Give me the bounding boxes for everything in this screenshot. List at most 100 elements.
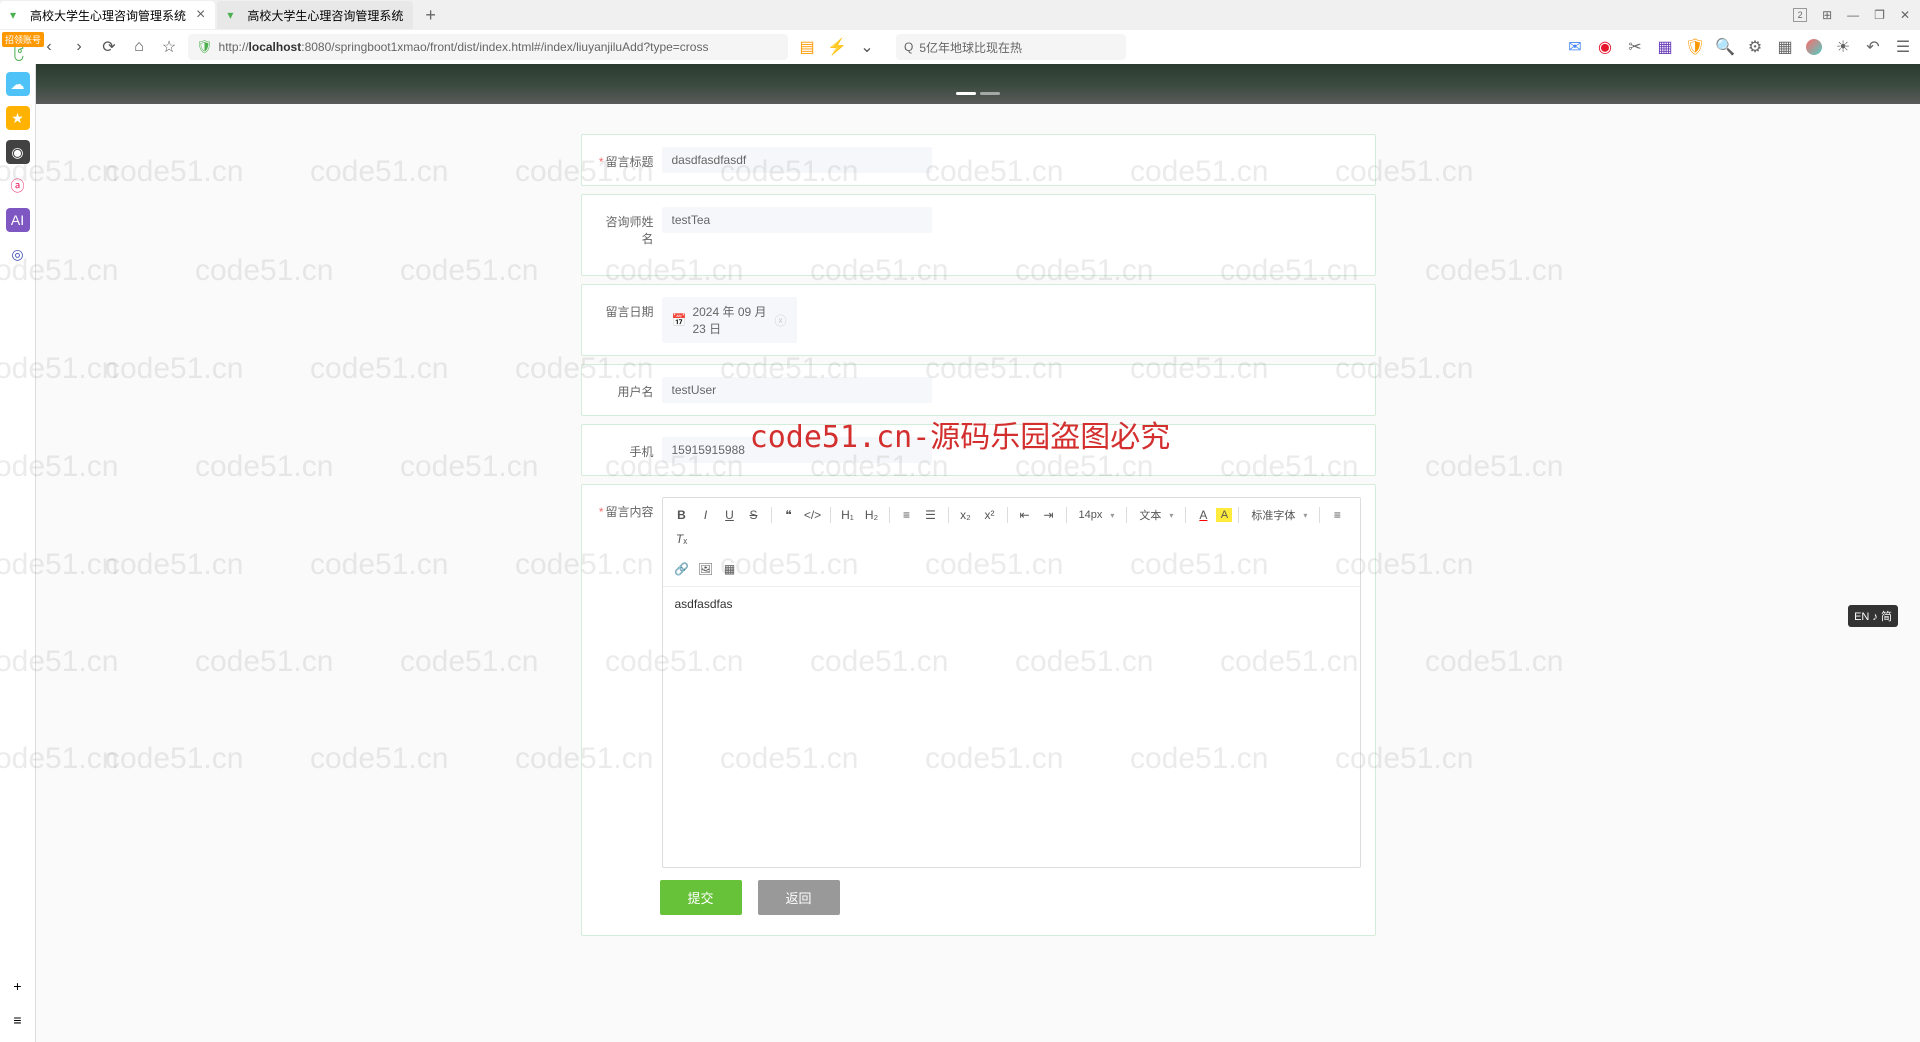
align-button[interactable]: ≡ xyxy=(1326,504,1348,526)
bg-color-button[interactable]: A xyxy=(1216,508,1232,522)
reader-icon[interactable]: ▤ xyxy=(796,36,818,58)
superscript-button[interactable]: x² xyxy=(979,504,1001,526)
video-button[interactable]: ▦ xyxy=(719,558,741,580)
form-row-consultant: 咨询师姓名 xyxy=(581,194,1376,276)
sidebar-app-icon[interactable]: ☁ xyxy=(6,72,30,96)
rich-text-editor: B I U S ❝ </> H₁ H₂ ≡ ☰ x₂ xyxy=(662,497,1361,868)
image-button[interactable]: 🖼 xyxy=(695,558,717,580)
unordered-list-button[interactable]: ☰ xyxy=(920,504,942,526)
browser-chrome: ▾ 高校大学生心理咨询管理系统 × ▾ 高校大学生心理咨询管理系统 + 2 ⊞ … xyxy=(0,0,1920,65)
undo-icon[interactable]: ↶ xyxy=(1864,38,1882,56)
orange-badge[interactable]: 招领账号 xyxy=(2,32,44,47)
h1-button[interactable]: H₁ xyxy=(837,504,859,526)
browser-tab-inactive[interactable]: ▾ 高校大学生心理咨询管理系统 xyxy=(217,1,413,29)
sidebar-list-icon[interactable]: ≡ xyxy=(6,1008,30,1032)
subscript-button[interactable]: x₂ xyxy=(955,504,977,526)
tools-icon[interactable]: ⚙ xyxy=(1746,38,1764,56)
font-size-select[interactable]: 14px▾ xyxy=(1073,507,1121,523)
phone-input[interactable] xyxy=(662,437,932,463)
maximize-button[interactable]: ❐ xyxy=(1874,8,1885,22)
shield-ext-icon[interactable]: 🛡 xyxy=(1686,38,1704,56)
url-bar[interactable]: 🛡 http://localhost:8080/springboot1xmao/… xyxy=(188,34,788,60)
username-input[interactable] xyxy=(662,377,932,403)
clear-format-button[interactable]: Tₓ xyxy=(671,528,693,550)
editor-content[interactable]: asdfasdfas xyxy=(663,587,1360,867)
circle-icon[interactable] xyxy=(1806,39,1822,55)
submit-button[interactable]: 提交 xyxy=(660,880,742,915)
outdent-button[interactable]: ⇤ xyxy=(1014,504,1036,526)
close-window-button[interactable]: ✕ xyxy=(1900,8,1910,22)
home-button[interactable]: ⌂ xyxy=(128,36,150,58)
workspace-icon[interactable]: ⊞ xyxy=(1822,8,1832,22)
username-label: 用户名 xyxy=(596,377,654,400)
sidebar-ai2-icon[interactable]: AI xyxy=(6,208,30,232)
title-input[interactable] xyxy=(662,147,932,173)
sidebar-ai1-icon[interactable]: ⓐ xyxy=(6,174,30,198)
magnify-icon[interactable]: 🔍 xyxy=(1716,38,1734,56)
h2-button[interactable]: H₂ xyxy=(861,504,883,526)
search-icon: Q xyxy=(904,40,913,54)
close-icon[interactable]: × xyxy=(196,6,205,24)
browser-tab-active[interactable]: ▾ 高校大学生心理咨询管理系统 × xyxy=(0,1,215,29)
back-form-button[interactable]: 返回 xyxy=(758,880,840,915)
left-sidebar: ☁ ★ ◉ ⓐ AI ◎ + ≡ xyxy=(0,64,36,1042)
block-type-select[interactable]: 文本▾ xyxy=(1133,505,1179,525)
underline-button[interactable]: U xyxy=(719,504,741,526)
reload-button[interactable]: ⟳ xyxy=(98,36,120,58)
forward-button[interactable]: › xyxy=(68,36,90,58)
ordered-list-button[interactable]: ≡ xyxy=(896,504,918,526)
carousel-dots[interactable] xyxy=(954,82,1002,100)
tab-count-badge[interactable]: 2 xyxy=(1793,8,1807,22)
apps-icon[interactable]: ▦ xyxy=(1776,38,1794,56)
date-value: 2024 年 09 月 23 日 xyxy=(692,303,768,337)
window-controls: 2 ⊞ — ❐ ✕ xyxy=(1793,8,1920,22)
sidebar-chat-icon[interactable]: ◎ xyxy=(6,242,30,266)
form-row-phone: 手机 xyxy=(581,424,1376,476)
quote-button[interactable]: ❝ xyxy=(778,504,800,526)
editor-toolbar: B I U S ❝ </> H₁ H₂ ≡ ☰ x₂ xyxy=(663,498,1360,587)
tab-title: 高校大学生心理咨询管理系统 xyxy=(247,7,403,24)
sidebar-bot-icon[interactable]: ◉ xyxy=(6,140,30,164)
link-button[interactable]: 🔗 xyxy=(671,558,693,580)
sidebar-add-icon[interactable]: + xyxy=(6,974,30,998)
form-row-title: 留言标题 xyxy=(581,134,1376,186)
dropdown-icon[interactable]: ⌄ xyxy=(856,36,878,58)
tab-bar: ▾ 高校大学生心理咨询管理系统 × ▾ 高校大学生心理咨询管理系统 + 2 ⊞ … xyxy=(0,0,1920,30)
shield-icon: 🛡 xyxy=(196,39,213,55)
italic-button[interactable]: I xyxy=(695,504,717,526)
title-label: 留言标题 xyxy=(596,147,654,170)
lang-badge[interactable]: EN ♪ 简 xyxy=(1848,605,1898,627)
lightning-icon[interactable]: ⚡ xyxy=(826,36,848,58)
mail-icon[interactable]: ✉ xyxy=(1566,38,1584,56)
indent-button[interactable]: ⇥ xyxy=(1038,504,1060,526)
minimize-button[interactable]: — xyxy=(1847,8,1859,22)
nav-right-icons: ✉ ◉ ✂ ▦ 🛡 🔍 ⚙ ▦ ☀ ↶ ☰ xyxy=(1566,38,1912,56)
weibo-icon[interactable]: ◉ xyxy=(1596,38,1614,56)
search-placeholder: 5亿年地球比现在热 xyxy=(919,39,1022,56)
scissors-icon[interactable]: ✂ xyxy=(1626,38,1644,56)
font-family-select[interactable]: 标准字体▾ xyxy=(1245,505,1313,525)
clear-date-icon[interactable]: ⓧ xyxy=(774,312,786,329)
search-box[interactable]: Q 5亿年地球比现在热 xyxy=(896,34,1126,60)
banner-image xyxy=(36,64,1920,104)
bold-button[interactable]: B xyxy=(671,504,693,526)
menu-icon[interactable]: ☰ xyxy=(1894,38,1912,56)
phone-label: 手机 xyxy=(596,437,654,460)
consultant-input[interactable] xyxy=(662,207,932,233)
tab-title: 高校大学生心理咨询管理系统 xyxy=(30,7,186,24)
grid-icon[interactable]: ▦ xyxy=(1656,38,1674,56)
sidebar-star-icon[interactable]: ★ xyxy=(6,106,30,130)
strike-button[interactable]: S xyxy=(743,504,765,526)
add-tab-button[interactable]: + xyxy=(415,5,446,26)
date-label: 留言日期 xyxy=(596,297,654,320)
code-button[interactable]: </> xyxy=(802,504,824,526)
date-input[interactable]: 📅 2024 年 09 月 23 日 ⓧ xyxy=(662,297,797,343)
sun-icon[interactable]: ☀ xyxy=(1834,38,1852,56)
tab-favicon-icon: ▾ xyxy=(227,8,241,22)
form-row-content: 留言内容 B I U S ❝ </> H₁ H₂ ≡ xyxy=(581,484,1376,936)
content-label: 留言内容 xyxy=(596,497,654,868)
form-row-username: 用户名 xyxy=(581,364,1376,416)
favorite-button[interactable]: ☆ xyxy=(158,36,180,58)
url-text: http://localhost:8080/springboot1xmao/fr… xyxy=(219,40,709,54)
text-color-button[interactable]: A xyxy=(1192,504,1214,526)
